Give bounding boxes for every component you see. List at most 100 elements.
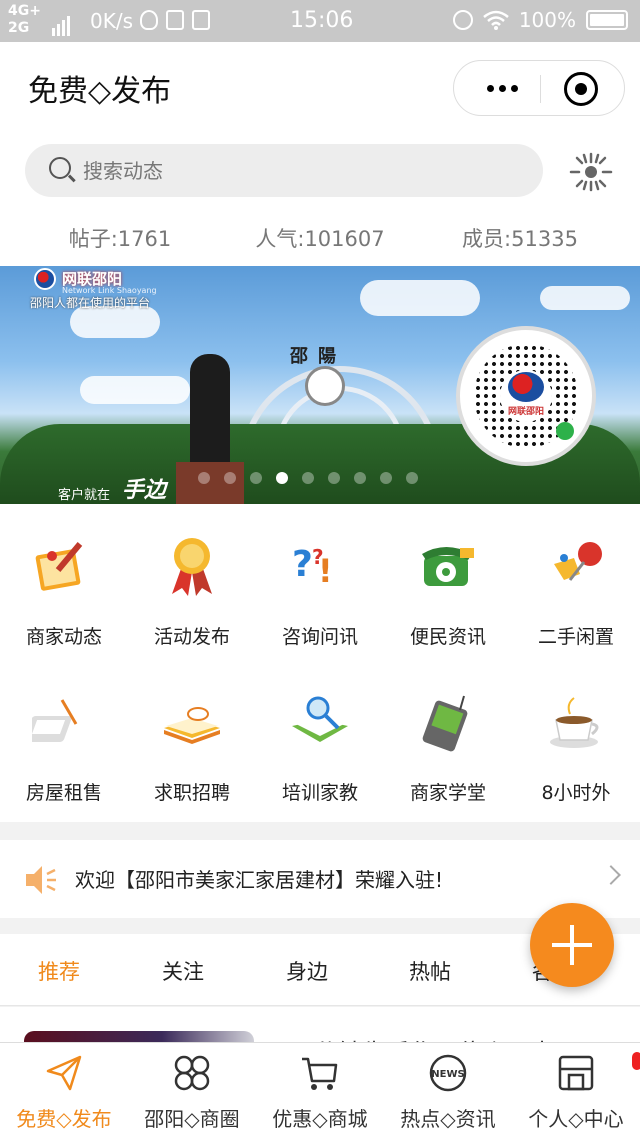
- tablet-stylus-icon: [32, 699, 78, 742]
- tab-nearby[interactable]: 身边: [286, 956, 328, 986]
- speaker-icon: [26, 866, 56, 894]
- nav-business-district[interactable]: 邵阳◇商圈: [128, 1043, 256, 1137]
- menu-label: 咨询问讯: [281, 626, 358, 648]
- storefront-icon: [558, 1055, 594, 1091]
- nav-label: 热点◇资讯: [400, 1107, 496, 1131]
- award-ribbon-icon: [172, 538, 212, 596]
- menu-label: 商家动态: [25, 626, 102, 648]
- brand-tagline: 邵阳人都在使用的平台: [30, 296, 151, 310]
- menu-convenience-info[interactable]: 便民资讯: [384, 504, 512, 654]
- shopping-cart-icon: [302, 1057, 338, 1090]
- scan-icon[interactable]: [568, 151, 614, 193]
- question-marks-icon: ? ! ?: [292, 544, 333, 590]
- svg-text:NEWS: NEWS: [431, 1069, 464, 1080]
- tab-recommend[interactable]: 推荐: [38, 956, 80, 986]
- carousel-dot[interactable]: [354, 472, 366, 484]
- nav-label: 免费◇发布: [16, 1107, 112, 1131]
- menu-label: 房屋租售: [25, 782, 102, 804]
- nav-discount-mall[interactable]: 优惠◇商城: [256, 1043, 384, 1137]
- search-row: [0, 134, 640, 210]
- tab-hot-posts[interactable]: 热帖: [409, 956, 451, 986]
- menu-training[interactable]: 培训家教: [256, 660, 384, 810]
- more-options-button[interactable]: [478, 72, 526, 104]
- qr-logo-icon: [508, 372, 544, 402]
- capsule-divider: [540, 75, 541, 103]
- announcement-bar[interactable]: 欢迎【邵阳市美家汇家居建材】荣耀入驻!: [0, 840, 640, 918]
- carousel-dot[interactable]: [406, 472, 418, 484]
- menu-label: 二手闲置: [537, 626, 614, 648]
- tab-follow[interactable]: 关注: [162, 956, 204, 986]
- menu-merchant-news[interactable]: 商家动态: [0, 504, 128, 654]
- more-dots-icon: [486, 84, 494, 92]
- category-grid: 商家动态 活动发布 ? ! ? 咨询问讯 便民资讯 二手闲置 房屋租售 求职招聘…: [0, 504, 640, 822]
- page-title: 免费◇发布: [28, 74, 172, 109]
- qq-icon: [140, 10, 158, 30]
- menu-consult[interactable]: ? ! ? 咨询问讯: [256, 504, 384, 654]
- clover-icon: [174, 1055, 210, 1091]
- network-type: 4G+ 2G: [8, 3, 41, 37]
- menu-label: 求职招聘: [153, 782, 230, 804]
- community-stats: 帖子:1761 人气:101607 成员:51335: [0, 210, 640, 266]
- miniprogram-qr-code: 网联邵阳: [456, 326, 596, 466]
- nav-personal-center[interactable]: 个人◇中心: [512, 1043, 640, 1137]
- miniprogram-capsule: [453, 60, 625, 116]
- search-icon: [49, 157, 71, 179]
- nav-label: 个人◇中心: [528, 1107, 624, 1131]
- nav-label: 优惠◇商城: [272, 1107, 368, 1131]
- pda-device-icon: [422, 695, 468, 752]
- wifi-icon: [483, 10, 509, 30]
- menu-activity-publish[interactable]: 活动发布: [128, 504, 256, 654]
- status-right: 100%: [452, 8, 628, 32]
- notification-badge: [632, 1052, 640, 1070]
- chevron-right-icon: [601, 865, 621, 885]
- close-miniprogram-button[interactable]: [564, 72, 598, 106]
- alarm-icon: [452, 10, 473, 30]
- carousel-dot[interactable]: [380, 472, 392, 484]
- station-name: 邵陽: [290, 346, 346, 367]
- nav-hot-news[interactable]: NEWS 热点◇资讯: [384, 1043, 512, 1137]
- carousel-dot[interactable]: [224, 472, 236, 484]
- battery-percent: 100%: [518, 8, 576, 32]
- clock: 15:06: [290, 8, 354, 33]
- search-box[interactable]: [25, 144, 543, 197]
- telephone-icon: [422, 547, 474, 586]
- carousel-dot[interactable]: [198, 472, 210, 484]
- add-post-button[interactable]: [530, 903, 614, 987]
- carousel-indicators: [198, 472, 418, 484]
- network-speed: 0K/s: [90, 9, 133, 33]
- notepad-pen-icon: [35, 542, 83, 591]
- posts-count: 帖子:1761: [68, 227, 172, 251]
- nav-label: 邵阳◇商圈: [144, 1107, 240, 1131]
- station-clock: [305, 366, 345, 406]
- sim-icon: [166, 10, 184, 30]
- menu-second-hand[interactable]: 二手闲置: [512, 504, 640, 654]
- open-book-icon: [164, 707, 220, 744]
- carousel-dot-active[interactable]: [276, 472, 288, 484]
- news-icon: NEWS: [429, 1054, 467, 1092]
- pushpin-icon: [554, 542, 602, 581]
- nav-free-publish[interactable]: 免费◇发布: [0, 1043, 128, 1137]
- wechat-miniprogram-icon: [556, 422, 574, 440]
- feed-item-peek[interactable]: 三分钟先后作一位乡居大: [0, 1007, 640, 1051]
- popularity-count: 人气:101607: [255, 227, 385, 251]
- menu-jobs[interactable]: 求职招聘: [128, 660, 256, 810]
- announcement-text: 欢迎【邵阳市美家汇家居建材】荣耀入驻!: [75, 868, 444, 892]
- menu-after-hours[interactable]: 8小时外: [512, 660, 640, 810]
- menu-merchant-school[interactable]: 商家学堂: [384, 660, 512, 810]
- members-count: 成员:51335: [462, 227, 578, 251]
- menu-label: 培训家教: [281, 782, 358, 804]
- network-2g-label: 2G: [8, 20, 30, 36]
- carousel-dot[interactable]: [328, 472, 340, 484]
- menu-housing[interactable]: 房屋租售: [0, 660, 128, 810]
- menu-label: 8小时外: [541, 782, 611, 804]
- cloud-shape: [80, 376, 190, 404]
- coffee-cup-icon: [550, 697, 599, 748]
- brand-logo-icon: [34, 268, 56, 290]
- check-icon: [192, 10, 210, 30]
- search-input[interactable]: [83, 144, 523, 197]
- battery-icon: [586, 10, 628, 30]
- carousel-dot[interactable]: [250, 472, 262, 484]
- carousel-dot[interactable]: [302, 472, 314, 484]
- signal-icon: [52, 6, 70, 36]
- banner-carousel[interactable]: 邵陽 网联邵阳 Network Link Shaoyang 邵阳人都在使用的平台…: [0, 266, 640, 504]
